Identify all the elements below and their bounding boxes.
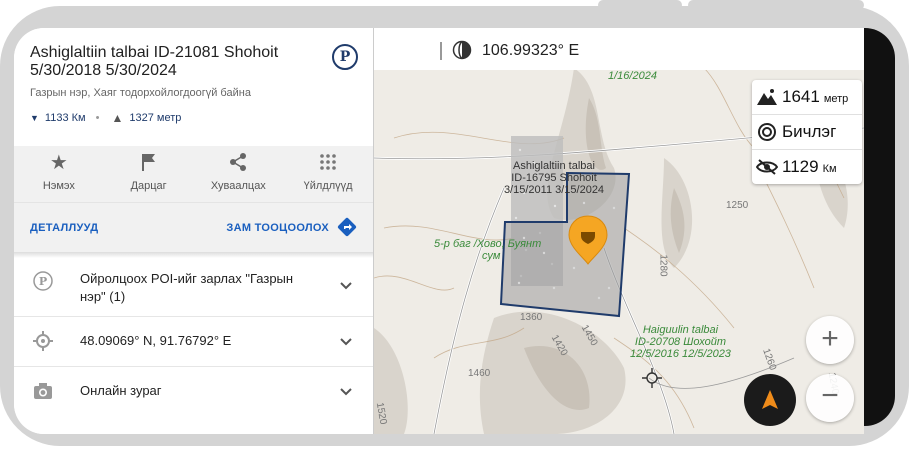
altitude-value: 1641 метр [782, 87, 848, 107]
directions-icon[interactable] [337, 217, 357, 237]
grid-dots-icon [283, 152, 373, 174]
location-target-icon [32, 330, 54, 352]
recording-label: Бичлэг [782, 122, 837, 141]
details-link[interactable]: ДЕТАЛЛУУД [30, 222, 98, 234]
record-icon [758, 123, 776, 141]
route-link[interactable]: ЗАМ ТООЦООЛОХ [226, 222, 329, 234]
online-photos-row[interactable]: Онлайн зураг [14, 366, 373, 416]
poi-distance: 1133 Км [44, 112, 86, 124]
hai-label-line2: ID-20708 Шохойт [634, 336, 727, 348]
app-screen: Ashiglaltiin talbai ID-21081 Shohoit 5/3… [14, 28, 864, 434]
contour-label: 1250 [726, 200, 749, 211]
hai-label-line1: Haiguulin talbai [642, 324, 719, 336]
share-button[interactable]: Хуваалцах [194, 146, 284, 202]
eye-off-icon [756, 159, 778, 175]
poi-details-panel: Ashiglaltiin talbai ID-21081 Shohoit 5/3… [14, 28, 374, 434]
map-info-widget[interactable]: 1641 метр Бичлэг 1129 Км [752, 80, 862, 184]
nearby-poi-row[interactable]: P Ойролцоох POI-ийг зарлах "Газрын нэр" … [14, 260, 373, 317]
separator-dot: • [95, 112, 100, 124]
phone-notch [863, 28, 895, 426]
recording-row[interactable]: Бичлэг [752, 115, 862, 150]
action-label: Нэмэх [42, 180, 75, 192]
parking-poi-icon: P [32, 270, 54, 292]
contour-label: 1360 [520, 312, 543, 323]
zoom-out-button[interactable]: − [806, 374, 854, 422]
phone-side-button [598, 0, 682, 10]
map-view[interactable]: 1/16/2024 Ashiglaltiin talbai ID-16795 S… [374, 28, 864, 434]
bag-label: 5-р баг /Хово, Буянт сум [434, 238, 541, 262]
share-icon [194, 152, 284, 174]
coordinates-text: 48.09069° N, 91.76792° E [80, 333, 232, 348]
add-favorite-button[interactable]: ★ Нэмэх [14, 146, 104, 202]
coordinate-bar: 106.99323° E [374, 28, 864, 70]
altitude-row[interactable]: 1641 метр [752, 80, 862, 115]
navigation-arrow-icon [762, 390, 778, 409]
poi-metrics: ▼ 1133 Км • ▲ 1327 метр [30, 111, 181, 125]
chevron-down-icon[interactable] [339, 386, 353, 400]
poi-title: Ashiglaltiin talbai ID-21081 Shohoit 5/3… [30, 44, 279, 79]
action-label: Хуваалцах [210, 180, 266, 192]
bag-label-line1: 5-р баг /Хово, Буянт [434, 238, 542, 250]
longitude-text: 106.99323° E [482, 42, 580, 59]
marker-flag-button[interactable]: Дарцаг [104, 146, 194, 202]
action-label: Үйлдлүүд [303, 180, 353, 192]
chevron-down-icon[interactable] [339, 336, 353, 350]
visibility-value: 1129 Км [782, 157, 837, 177]
poi-subtitle: Газрын нэр, Хаяг тодорхойлогдоогүй байна [30, 87, 251, 99]
haiguulin-label: Haiguulin talbai ID-20708 Шохойт 12/5/20… [630, 324, 731, 360]
zoom-in-button[interactable]: + [806, 316, 854, 364]
longitude-icon [452, 40, 472, 60]
visibility-number: 1129 [782, 157, 819, 176]
phone-side-button [688, 0, 864, 10]
coordinates-row[interactable]: 48.09069° N, 91.76792° E [14, 316, 373, 367]
area-dates: 3/15/2011 3/15/2024 [503, 184, 605, 196]
bag-label-line2: сум [482, 250, 501, 262]
visibility-row[interactable]: 1129 Км [752, 150, 862, 184]
altitude-number: 1641 [782, 87, 820, 106]
direction-arrow-icon: ▼ [30, 113, 39, 123]
star-icon: ★ [49, 152, 68, 174]
flag-icon [104, 152, 194, 174]
hai-label-line3: 12/5/2016 12/5/2023 [630, 348, 731, 360]
camera-icon [32, 380, 54, 402]
action-bar: ★ Нэмэх Дарцаг Хуваалцах Үйлдлүүд [14, 146, 373, 202]
mountain-icon [757, 89, 777, 105]
mountain-icon: ▲ [111, 111, 124, 125]
panel-divider-shadow [14, 252, 373, 258]
actions-button[interactable]: Үйлдлүүд [283, 146, 373, 202]
area-label: Ashiglaltiin talbai ID-16795 Shohoit 3/1… [484, 160, 624, 196]
links-bar: ДЕТАЛЛУУД ЗАМ ТООЦООЛОХ [14, 202, 373, 253]
visibility-unit: Км [822, 163, 837, 175]
online-photos-text: Онлайн зураг [80, 383, 162, 398]
action-label: Дарцаг [130, 180, 167, 192]
chevron-down-icon[interactable] [339, 280, 353, 294]
area-id: ID-16795 Shohoit [511, 172, 597, 184]
poi-elevation: 1327 метр [129, 112, 182, 124]
parking-poi-icon: P [332, 44, 358, 70]
altitude-unit: метр [823, 93, 849, 105]
my-location-button[interactable] [744, 374, 796, 426]
nearby-poi-text: Ойролцоох POI-ийг зарлах "Газрын нэр" (1… [80, 271, 294, 304]
phone-frame: Ashiglaltiin talbai ID-21081 Shohoit 5/3… [0, 6, 909, 446]
svg-text:P: P [39, 275, 47, 288]
divider [440, 42, 442, 60]
contour-label: 1460 [468, 368, 491, 379]
map-label-date: 1/16/2024 [608, 70, 657, 82]
area-name: Ashiglaltiin talbai [513, 160, 595, 172]
contour-label: 1280 [657, 254, 669, 277]
